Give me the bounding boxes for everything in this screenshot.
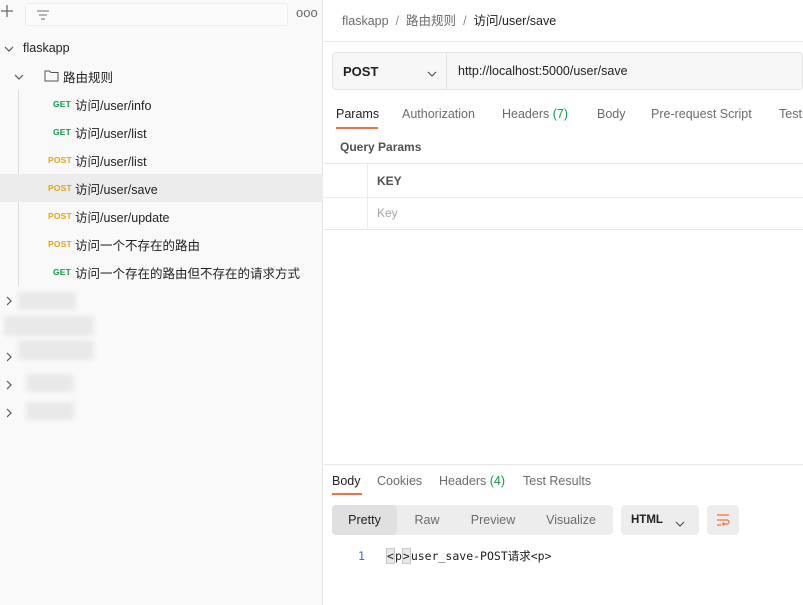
query-params-title: Query Params xyxy=(340,140,422,154)
more-options-button[interactable]: ooo xyxy=(296,6,318,20)
chevron-down-icon xyxy=(14,71,24,81)
request-item[interactable]: GET 访问/user/info xyxy=(0,90,323,118)
view-visualize-button[interactable]: Visualize xyxy=(529,505,613,535)
code-tag-open-lt: < xyxy=(386,548,395,564)
collection-name: flaskapp xyxy=(23,41,70,55)
response-divider[interactable] xyxy=(324,464,803,465)
tab-body[interactable]: Body xyxy=(597,107,626,121)
tab-tests[interactable]: Test xyxy=(779,107,802,121)
view-preview-button[interactable]: Preview xyxy=(457,505,529,535)
collection-flaskapp[interactable]: flaskapp xyxy=(0,34,323,62)
view-raw-button[interactable]: Raw xyxy=(397,505,457,535)
method-badge-get: GET xyxy=(53,267,72,277)
table-divider xyxy=(324,197,803,198)
active-tab-indicator xyxy=(336,127,378,129)
breadcrumb-separator: / xyxy=(463,14,467,28)
response-code-line: 1 <p>user_save-POST请求<p> xyxy=(358,548,552,564)
chevron-right-icon xyxy=(4,295,14,306)
method-badge-post: POST xyxy=(48,183,72,193)
redacted-block xyxy=(4,316,94,336)
line-number: 1 xyxy=(358,549,365,563)
request-item[interactable]: POST 访问/user/update xyxy=(0,202,323,230)
breadcrumb-request: 访问/user/save xyxy=(473,14,557,28)
plus-icon[interactable] xyxy=(0,4,16,22)
chevron-down-icon xyxy=(427,67,437,77)
redacted-block xyxy=(26,402,74,420)
method-badge-get: GET xyxy=(53,127,72,137)
query-params-table: KEY Key xyxy=(324,163,803,230)
url-input[interactable]: http://localhost:5000/user/save xyxy=(458,64,628,78)
method-badge-post: POST xyxy=(48,239,72,249)
format-select[interactable]: HTML xyxy=(621,505,699,535)
sidebar: ooo flaskapp 路由规则 GET 访问/user/info GET 访… xyxy=(0,0,323,605)
method-select[interactable]: POST xyxy=(333,53,447,89)
code-tag-close: <p> xyxy=(530,549,552,563)
chevron-right-icon xyxy=(4,351,14,362)
view-mode-group: Pretty Raw Preview Visualize xyxy=(332,505,613,535)
response-tab-body[interactable]: Body xyxy=(332,474,361,488)
url-bar: POST http://localhost:5000/user/save xyxy=(332,52,803,90)
response-tab-test-results[interactable]: Test Results xyxy=(523,474,591,488)
code-content: user_save-POST请求 xyxy=(410,549,531,563)
request-item[interactable]: POST 访问一个不存在的路由 xyxy=(0,230,323,258)
sidebar-toolbar: ooo xyxy=(0,0,323,30)
wrap-lines-icon xyxy=(717,514,730,526)
view-pretty-button[interactable]: Pretty xyxy=(332,505,397,535)
request-name: 访问一个存在的路由但不存在的请求方式 xyxy=(75,266,301,281)
tab-headers-count: (7) xyxy=(552,107,569,121)
code-tag-open-gt: > xyxy=(401,548,411,564)
breadcrumb-folder[interactable]: 路由规则 xyxy=(406,14,456,28)
breadcrumb-separator: / xyxy=(395,14,400,28)
tab-prerequest-script[interactable]: Pre-request Script xyxy=(651,107,752,121)
response-tab-cookies[interactable]: Cookies xyxy=(377,474,422,488)
breadcrumb-collection[interactable]: flaskapp xyxy=(342,14,389,28)
request-tabs: Params Authorization Headers (7) Body Pr… xyxy=(324,100,803,130)
main-panel: flaskapp / 路由规则 / 访问/user/save POST http://l… xyxy=(324,0,803,605)
method-value: POST xyxy=(343,64,379,79)
request-name: 访问/user/list xyxy=(75,126,147,141)
redacted-block xyxy=(26,374,74,392)
request-name: 访问/user/save xyxy=(75,182,158,197)
request-name: 访问/user/list xyxy=(75,154,147,169)
response-tab-headers[interactable]: Headers (4) xyxy=(439,474,505,488)
code-tag-open-name: p xyxy=(394,549,402,563)
key-column-header: KEY xyxy=(377,174,402,188)
tab-headers-label: Headers xyxy=(502,107,550,121)
folder-route-rules[interactable]: 路由规则 xyxy=(0,62,323,90)
chevron-down-icon xyxy=(675,517,685,527)
folder-name: 路由规则 xyxy=(63,70,114,85)
method-badge-get: GET xyxy=(53,99,72,109)
request-item-selected[interactable]: POST 访问/user/save xyxy=(0,174,323,202)
active-response-tab-indicator xyxy=(332,493,362,495)
redacted-block xyxy=(18,292,76,310)
response-tab-headers-label: Headers xyxy=(439,474,487,488)
method-badge-post: POST xyxy=(48,211,72,221)
method-badge-post: POST xyxy=(48,155,72,165)
filter-icon xyxy=(36,8,50,22)
redacted-block xyxy=(18,340,94,360)
request-name: 访问/user/update xyxy=(75,210,170,225)
request-name: 访问/user/info xyxy=(75,98,152,113)
request-item[interactable]: POST 访问/user/list xyxy=(0,146,323,174)
chevron-down-icon xyxy=(4,43,14,53)
request-item[interactable]: GET 访问/user/list xyxy=(0,118,323,146)
tab-authorization[interactable]: Authorization xyxy=(402,107,475,121)
divider xyxy=(324,41,803,42)
tab-params[interactable]: Params xyxy=(336,107,379,121)
request-name: 访问一个不存在的路由 xyxy=(75,238,201,253)
folder-icon xyxy=(44,69,59,82)
request-item[interactable]: GET 访问一个存在的路由但不存在的请求方式 xyxy=(0,258,323,286)
breadcrumb: flaskapp / 路由规则 / 访问/user/save xyxy=(342,10,556,29)
format-value: HTML xyxy=(631,514,663,526)
filter-input[interactable] xyxy=(25,3,288,26)
chevron-right-icon xyxy=(4,407,14,418)
key-input[interactable]: Key xyxy=(377,206,398,220)
chevron-right-icon xyxy=(4,379,14,390)
response-tab-headers-count: (4) xyxy=(489,474,506,488)
wrap-lines-button[interactable] xyxy=(707,505,739,535)
tab-headers[interactable]: Headers (7) xyxy=(502,107,568,121)
